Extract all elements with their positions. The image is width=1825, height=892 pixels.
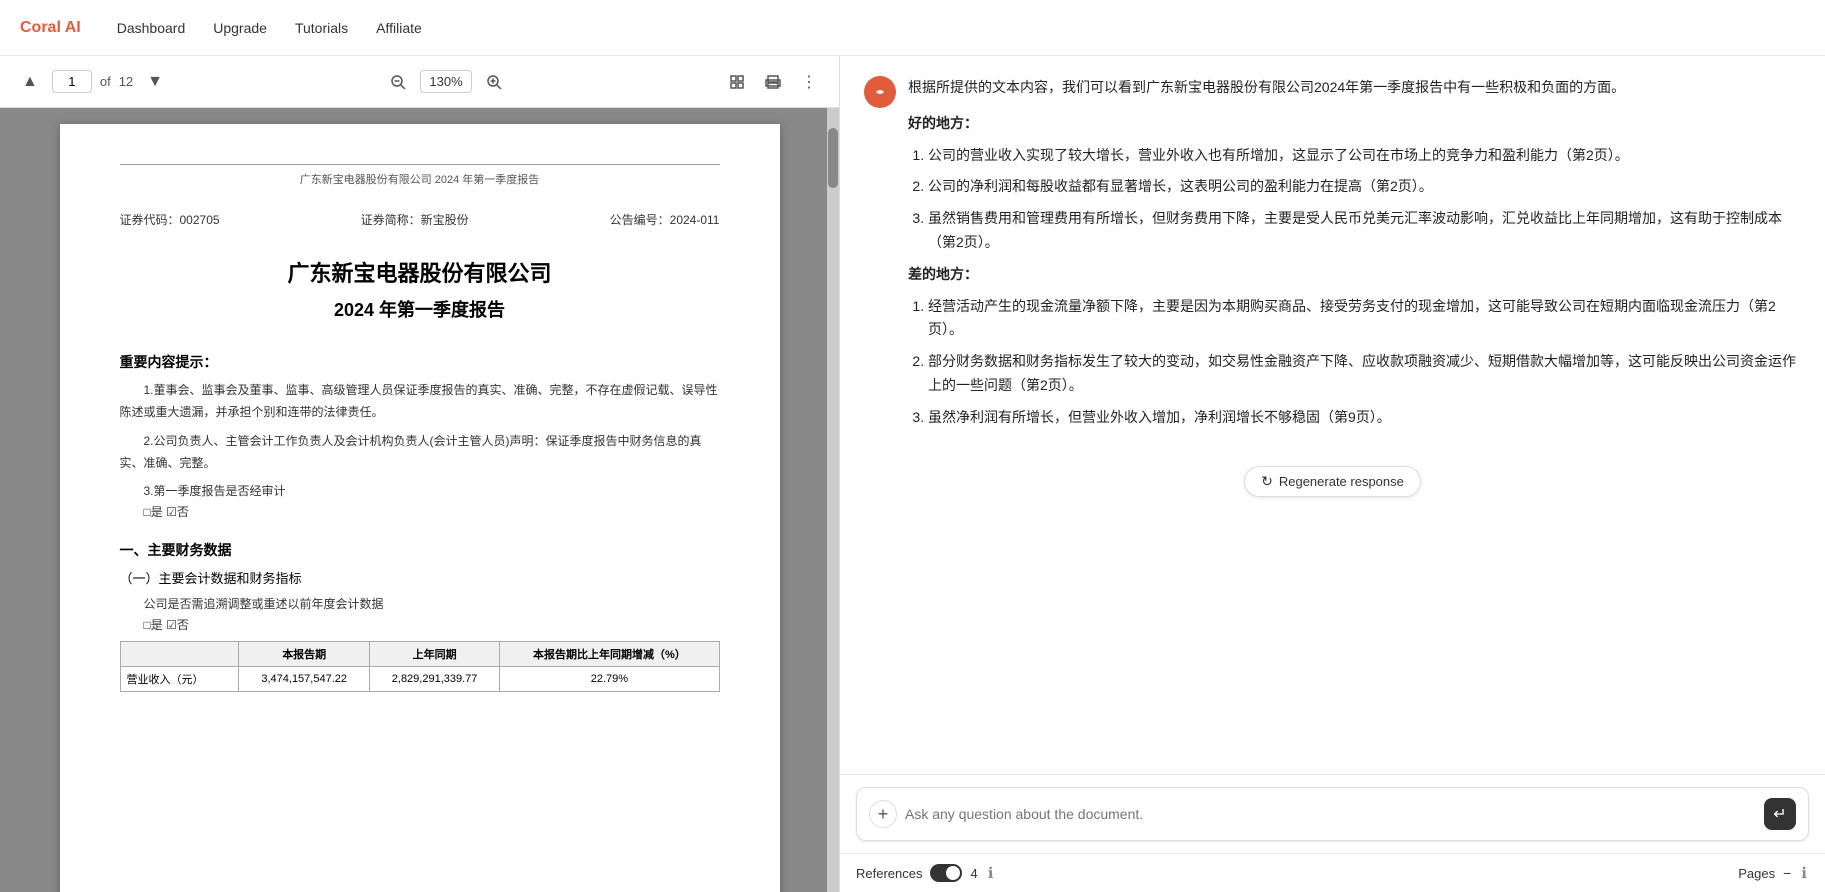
chat-intro: 根据所提供的文本内容，我们可以看到广东新宝电器股份有限公司2024年第一季度报告…: [908, 76, 1801, 100]
references-info-button[interactable]: ℹ: [986, 862, 996, 884]
chat-bubble: 根据所提供的文本内容，我们可以看到广东新宝电器股份有限公司2024年第一季度报告…: [908, 76, 1801, 438]
chat-bad-list: 经营活动产生的现金流量净额下降，主要是因为本期购买商品、接受劳务支付的现金增加，…: [928, 295, 1801, 430]
pdf-table-cell-0: 营业收入（元）: [120, 667, 239, 692]
pdf-viewer: ▲ of 12 ▼ 130% ⋮ 广东新宝电器股份有: [0, 56, 840, 892]
pdf-company-name: 广东新宝电器股份有限公司: [120, 256, 720, 288]
chat-text-input[interactable]: [905, 806, 1756, 822]
zoom-out-button[interactable]: [384, 70, 412, 94]
pdf-report-title: 2024 年第一季度报告: [120, 296, 720, 322]
nav-tutorials[interactable]: Tutorials: [293, 16, 350, 40]
total-pages-label: 12: [119, 74, 133, 89]
pdf-table-cell-3: 22.79%: [500, 667, 719, 692]
regenerate-row: ↻ Regenerate response: [864, 458, 1801, 501]
pdf-table-header-0: [120, 642, 239, 667]
pages-label: Pages: [1738, 866, 1775, 881]
regenerate-icon: ↻: [1261, 473, 1273, 490]
toggle-knob: [946, 866, 960, 880]
pdf-section1a: （一）主要会计数据和财务指标: [120, 568, 720, 587]
pdf-para3b: □是 ☑否: [120, 503, 720, 520]
nav-upgrade[interactable]: Upgrade: [211, 16, 269, 40]
pdf-table-cell-2: 2,829,291,339.77: [369, 667, 499, 692]
fit-page-button[interactable]: [723, 70, 751, 94]
list-item: 公司的营业收入实现了较大增长，营业外收入也有所增加，这显示了公司在市场上的竞争力…: [928, 144, 1801, 168]
top-nav: Coral AI Dashboard Upgrade Tutorials Aff…: [0, 0, 1825, 56]
regenerate-button[interactable]: ↻ Regenerate response: [1244, 466, 1421, 497]
chat-footer-pages: Pages − ℹ: [1738, 862, 1809, 884]
list-item: 经营活动产生的现金流量净额下降，主要是因为本期购买商品、接受劳务支付的现金增加，…: [928, 295, 1801, 343]
chat-input-area: + ↵: [840, 774, 1825, 853]
page-number-input[interactable]: [52, 70, 92, 93]
pdf-table-note: 公司是否需追溯调整或重述以前年度会计数据: [120, 595, 720, 612]
logo: Coral AI: [20, 19, 81, 37]
table-row: 营业收入（元） 3,474,157,547.22 2,829,291,339.7…: [120, 667, 719, 692]
pdf-title-block: 广东新宝电器股份有限公司 2024 年第一季度报告: [120, 256, 720, 322]
nav-dashboard[interactable]: Dashboard: [115, 16, 188, 40]
pdf-table-header-3: 本报告期比上年同期增减（%）: [500, 642, 719, 667]
chat-footer-references: References 4 ℹ: [856, 862, 995, 884]
page-of-label: of: [100, 74, 111, 89]
pdf-scroll-thumb[interactable]: [828, 128, 838, 188]
pdf-table-header-1: 本报告期: [239, 642, 369, 667]
references-label: References: [856, 866, 922, 881]
nav-affiliate[interactable]: Affiliate: [374, 16, 424, 40]
chat-message: 根据所提供的文本内容，我们可以看到广东新宝电器股份有限公司2024年第一季度报告…: [864, 76, 1801, 438]
regenerate-label: Regenerate response: [1279, 474, 1404, 489]
pdf-page: 广东新宝电器股份有限公司 2024 年第一季度报告 证券代码：002705 证券…: [60, 124, 780, 892]
pdf-meta-row: 证券代码：002705 证券简称：新宝股份 公告编号：2024-011: [120, 211, 720, 228]
chat-footer: References 4 ℹ Pages − ℹ: [840, 853, 1825, 892]
pdf-meta-abbr: 证券简称：新宝股份: [361, 211, 469, 228]
pdf-financial-table: 本报告期 上年同期 本报告期比上年同期增减（%） 营业收入（元） 3,474,1…: [120, 641, 720, 692]
pdf-toolbar: ▲ of 12 ▼ 130% ⋮: [0, 56, 839, 108]
zoom-level[interactable]: 130%: [420, 70, 471, 93]
pdf-scrollbar[interactable]: [827, 108, 839, 892]
print-button[interactable]: [759, 70, 787, 94]
list-item: 部分财务数据和财务指标发生了较大的变动，如交易性金融资产下降、应收款项融资减少、…: [928, 350, 1801, 398]
pages-info-button[interactable]: ℹ: [1799, 862, 1809, 884]
pdf-content[interactable]: 广东新宝电器股份有限公司 2024 年第一季度报告 证券代码：002705 证券…: [0, 108, 839, 892]
references-toggle[interactable]: [930, 864, 962, 882]
chat-panel: 根据所提供的文本内容，我们可以看到广东新宝电器股份有限公司2024年第一季度报告…: [840, 56, 1825, 892]
chat-good-heading: 好的地方：: [908, 115, 978, 131]
list-item: 公司的净利润和每股收益都有显著增长，这表明公司的盈利能力在提高（第2页）。: [928, 175, 1801, 199]
page-up-button[interactable]: ▲: [16, 69, 44, 95]
pdf-para3: 3.第一季度报告是否经审计: [120, 482, 720, 499]
pdf-para1: 1.董事会、监事会及董事、监事、高级管理人员保证季度报告的真实、准确、完整，不存…: [120, 380, 720, 423]
pdf-para2: 2.公司负责人、主管会计工作负责人及会计机构负责人(会计主管人员)声明：保证季度…: [120, 431, 720, 474]
references-count: 4: [970, 866, 977, 881]
chat-good-list: 公司的营业收入实现了较大增长，营业外收入也有所增加，这显示了公司在市场上的竞争力…: [928, 144, 1801, 255]
pdf-section1: 一、主要财务数据: [120, 540, 720, 560]
list-item: 虽然销售费用和管理费用有所增长，但财务费用下降，主要是受人民币兑美元汇率波动影响…: [928, 207, 1801, 255]
pdf-table-header-2: 上年同期: [369, 642, 499, 667]
send-icon: ↵: [1773, 804, 1786, 824]
chat-bad-heading: 差的地方：: [908, 266, 978, 282]
chat-attach-button[interactable]: +: [869, 800, 897, 828]
pdf-meta-announce: 公告编号：2024-011: [610, 211, 720, 228]
chat-messages: 根据所提供的文本内容，我们可以看到广东新宝电器股份有限公司2024年第一季度报告…: [840, 56, 1825, 774]
chat-avatar: [864, 76, 896, 108]
zoom-in-button[interactable]: [480, 70, 508, 94]
main-area: ▲ of 12 ▼ 130% ⋮ 广东新宝电器股份有: [0, 56, 1825, 892]
chat-input-box: + ↵: [856, 787, 1809, 841]
pdf-table-cell-1: 3,474,157,547.22: [239, 667, 369, 692]
pdf-important-heading: 重要内容提示：: [120, 352, 720, 372]
chat-send-button[interactable]: ↵: [1764, 798, 1796, 830]
more-options-button[interactable]: ⋮: [795, 68, 823, 96]
pages-dash: −: [1783, 865, 1791, 881]
pdf-table-note2: □是 ☑否: [120, 616, 720, 633]
list-item: 虽然净利润有所增长，但营业外收入增加，净利润增长不够稳固（第9页）。: [928, 406, 1801, 430]
pdf-header-line: 广东新宝电器股份有限公司 2024 年第一季度报告: [120, 164, 720, 187]
page-down-button[interactable]: ▼: [141, 69, 169, 95]
pdf-meta-code: 证券代码：002705: [120, 211, 220, 228]
